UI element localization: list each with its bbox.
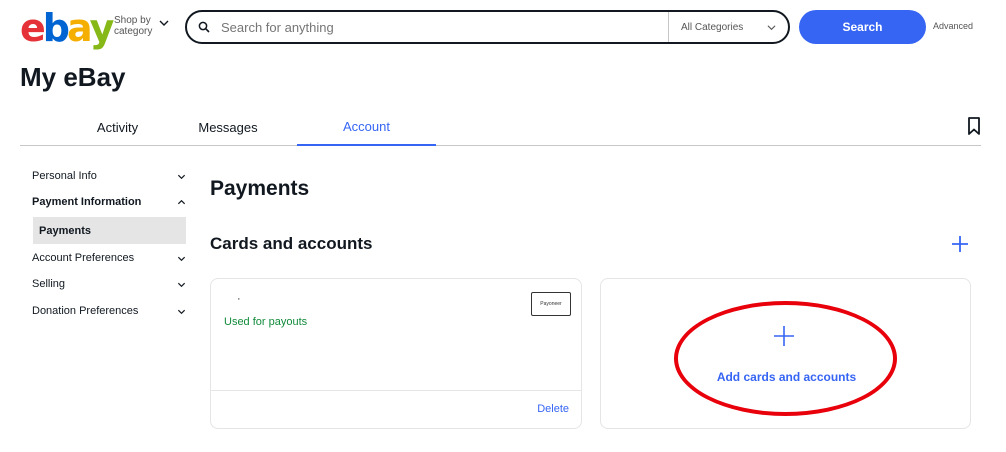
tab-account[interactable]: Account [297,108,436,146]
category-select-label: All Categories [681,21,744,33]
sidebar-item-label: Donation Preferences [32,305,139,317]
shop-by-category[interactable]: Shop by category [114,15,158,37]
bookmark-icon[interactable] [966,116,982,136]
sidebar-item-selling[interactable]: Selling [32,273,186,295]
tab-messages[interactable]: Messages [158,108,298,146]
payoneer-logo: Payoneer [531,292,571,316]
payout-account-card: · Used for payouts Payoneer Delete [210,278,582,429]
sidebar-item-donation-preferences[interactable]: Donation Preferences [32,300,186,322]
page-title: My eBay [20,62,126,92]
search-button[interactable]: Search [799,10,926,44]
section-title-cards-accounts: Cards and accounts [210,234,373,253]
chevron-down-icon [177,309,186,315]
chevron-down-icon [177,256,186,262]
annotation-highlight-ellipse [674,301,897,416]
logo-letter-e: e [20,6,46,50]
logo-letter-a: a [66,6,93,50]
ebay-logo[interactable]: ebay [20,6,115,50]
sidebar-item-account-preferences[interactable]: Account Preferences [32,247,186,269]
advanced-search-link[interactable]: Advanced [933,21,973,31]
account-tabs: Activity Messages Account [20,108,981,146]
card-divider [211,390,581,391]
search-icon [187,12,221,42]
sidebar-subitem-payments[interactable]: Payments [33,217,186,244]
sidebar-item-label: Personal Info [32,170,97,182]
logo-letter-y: y [89,6,115,50]
masked-account-number: · [237,293,241,305]
sidebar-item-payment-information[interactable]: Payment Information [32,191,186,213]
sidebar-item-label: Selling [32,278,66,290]
delete-button[interactable]: Delete [537,403,569,415]
search-input[interactable] [221,13,668,41]
chevron-down-icon [767,25,776,31]
sidebar-item-personal-info[interactable]: Personal Info [32,165,186,187]
search-bar: All Categories [185,10,790,44]
chevron-down-icon[interactable] [159,18,169,28]
chevron-down-icon [177,174,186,180]
chevron-down-icon [177,282,186,288]
chevron-up-icon [177,199,186,205]
status-badge: Used for payouts [224,316,308,328]
logo-letter-b: b [42,6,70,50]
payoneer-logo-text: Payoneer [540,301,562,307]
category-select[interactable]: All Categories [668,12,788,42]
section-title-payments: Payments [210,177,310,200]
plus-icon[interactable] [951,235,969,253]
sidebar-item-label: Payment Information [32,196,142,208]
sidebar-item-label: Account Preferences [32,252,135,264]
